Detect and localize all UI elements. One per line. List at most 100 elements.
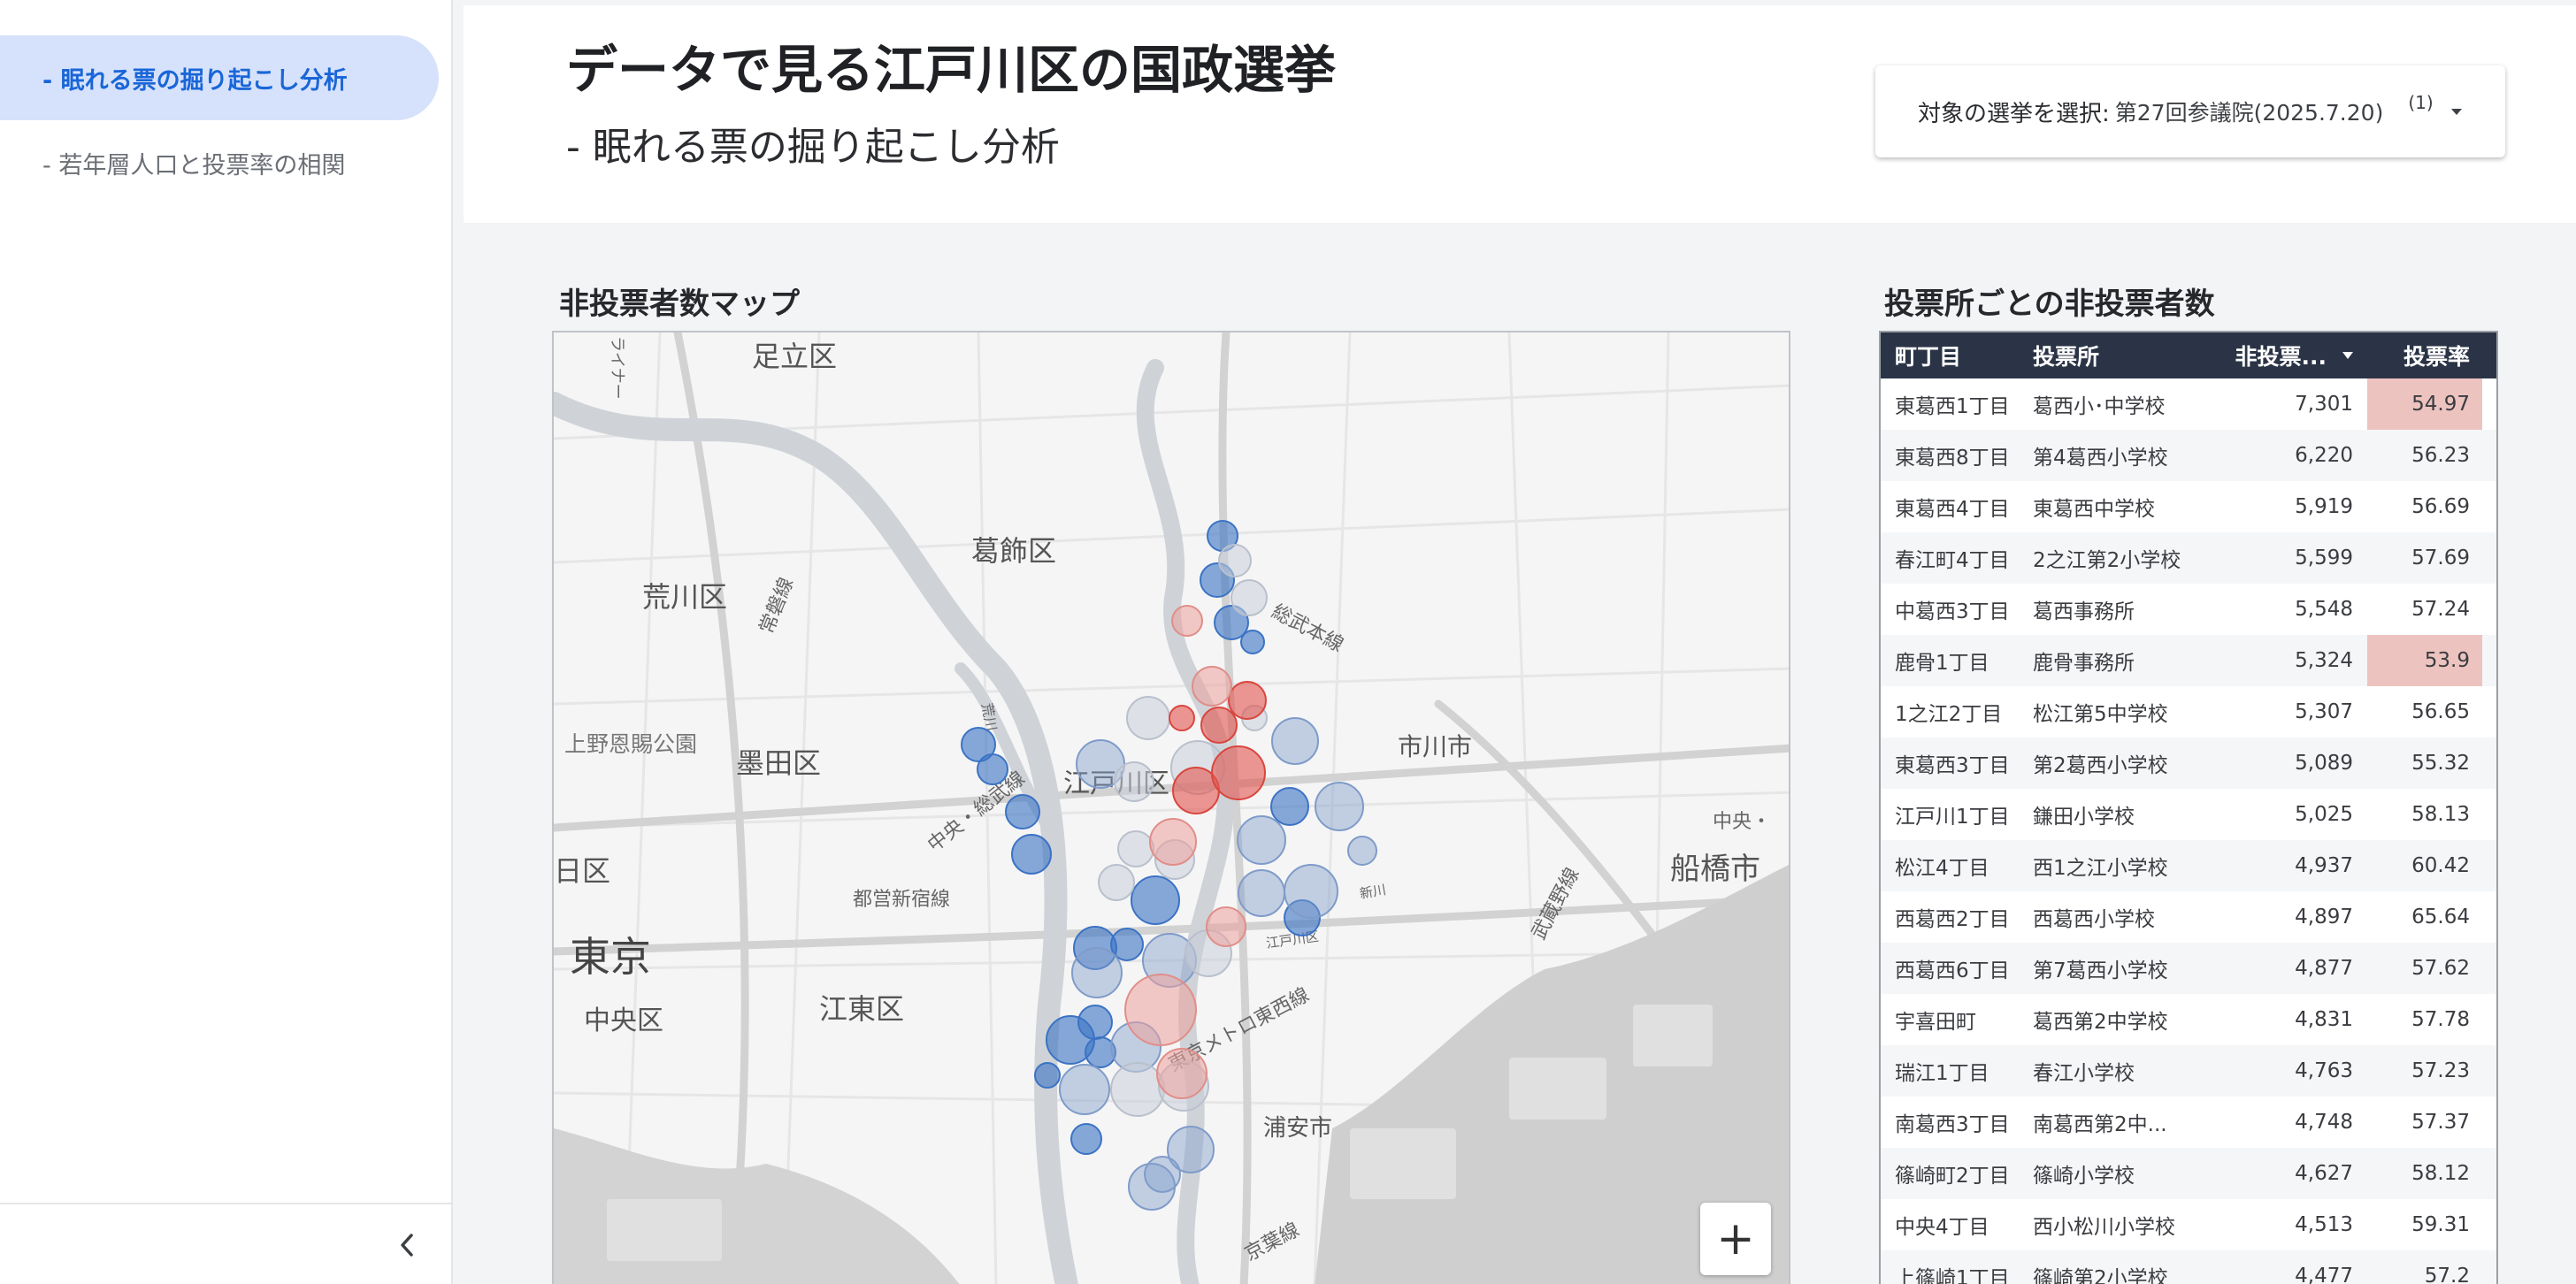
cell-area: 松江4丁目 [1895, 857, 1990, 880]
cell-station: 西葛西小学校 [2033, 908, 2155, 931]
map-label: 船橋市 [1670, 852, 1760, 887]
map-canvas[interactable]: 足立区 葛飾区 荒川区 墨田区 江戸川区 市川市 船橋市 東京 中央区 江東区 … [554, 332, 1790, 1284]
polling-station-bubble[interactable] [1240, 630, 1265, 654]
table-row[interactable]: 中央4丁目 西小松川小学校 4,513 59.31 [1881, 1199, 2496, 1250]
polling-station-bubble[interactable] [1284, 864, 1338, 919]
polling-station-bubble[interactable] [1218, 544, 1252, 577]
cell-nonvoters: 4,937 [2295, 854, 2353, 877]
sidebar-item-youth-correlation[interactable]: - 若年層人口と投票率の相関 [0, 120, 345, 205]
polling-station-bubble[interactable] [1117, 830, 1154, 867]
polling-station-bubble[interactable] [1011, 834, 1052, 875]
election-select-label: 対象の選挙を選択: [1918, 100, 2110, 127]
polling-station-bubble[interactable] [1126, 696, 1170, 740]
cell-turnout: 58.12 [2411, 1162, 2470, 1185]
table-row[interactable]: 東葛西4丁目 東葛西中学校 5,919 56.69 [1881, 481, 2496, 532]
column-header-nonvoters[interactable]: 非投票... [2201, 332, 2367, 378]
cell-station: 葛西事務所 [2033, 600, 2135, 623]
polling-station-bubble[interactable] [1192, 666, 1232, 707]
cell-turnout: 57.23 [2411, 1059, 2470, 1082]
table-row[interactable]: 瑞江1丁目 春江小学校 4,763 57.23 [1881, 1045, 2496, 1097]
polling-station-bubble[interactable] [1169, 705, 1195, 731]
plus-icon: + [1716, 1212, 1755, 1265]
polling-station-bubble[interactable] [1059, 1064, 1110, 1115]
polling-station-bubble[interactable] [1071, 947, 1123, 998]
polling-station-bubble[interactable] [1270, 787, 1309, 826]
map-label: 墨田区 [736, 746, 821, 780]
cell-area: 鹿骨1丁目 [1895, 652, 1990, 675]
cell-area: 東葛西8丁目 [1895, 447, 2010, 470]
sort-desc-icon [2342, 352, 2353, 359]
sidebar-footer [0, 1203, 453, 1284]
polling-station-bubble[interactable] [1156, 1048, 1208, 1099]
table-row[interactable]: 中葛西3丁目 葛西事務所 5,548 57.24 [1881, 584, 2496, 635]
polling-station-bubble[interactable] [1124, 974, 1197, 1046]
chevron-left-icon [401, 1234, 413, 1257]
polling-station-bubble[interactable] [1228, 681, 1267, 720]
polling-station-bubble[interactable] [1271, 717, 1319, 765]
cell-station: 松江第5中学校 [2033, 703, 2168, 726]
map-line-label: 都営新宿線 [853, 889, 950, 911]
zoom-in-button[interactable]: + [1700, 1203, 1771, 1275]
table-row[interactable]: 西葛西6丁目 第7葛西小学校 4,877 57.62 [1881, 943, 2496, 994]
cell-area: 篠崎町2丁目 [1895, 1165, 2010, 1188]
polling-station-bubble[interactable] [1347, 836, 1377, 866]
table-row[interactable]: 宇喜田町 葛西第2中学校 4,831 57.78 [1881, 994, 2496, 1045]
map-label: 東京 [570, 933, 651, 981]
polling-station-bubble[interactable] [977, 753, 1008, 785]
cell-area: 東葛西1丁目 [1895, 395, 2010, 418]
table-row[interactable]: 東葛西8丁目 第4葛西小学校 6,220 56.23 [1881, 430, 2496, 481]
polling-station-bubble[interactable] [1077, 1005, 1113, 1040]
cell-station: 篠崎第2小学校 [2033, 1267, 2168, 1284]
cell-turnout: 56.65 [2411, 700, 2470, 723]
cell-nonvoters: 5,089 [2295, 752, 2353, 775]
table-header: 町丁目 投票所 非投票... 投票率 [1881, 332, 2496, 378]
polling-station-bubble[interactable] [1131, 875, 1180, 925]
polling-station-bubble[interactable] [1238, 869, 1285, 917]
polling-station-bubble[interactable] [1005, 794, 1040, 829]
cell-nonvoters: 4,831 [2295, 1008, 2353, 1031]
polling-station-bubble[interactable] [1144, 1156, 1181, 1193]
map-line-label: ライナー [608, 336, 626, 400]
table-row[interactable]: 東葛西1丁目 葛西小･中学校 7,301 54.97 [1881, 378, 2496, 430]
page-title: データで見る江戸川区の国政選挙 [566, 40, 1337, 100]
table-row[interactable]: 鹿骨1丁目 鹿骨事務所 5,324 53.9 [1881, 635, 2496, 686]
polling-station-bubble[interactable] [1070, 1123, 1102, 1155]
table-row[interactable]: 1之江2丁目 松江第5中学校 5,307 56.65 [1881, 686, 2496, 738]
table-row[interactable]: 松江4丁目 西1之江小学校 4,937 60.42 [1881, 840, 2496, 891]
polling-station-bubble[interactable] [1034, 1062, 1061, 1089]
cell-turnout: 55.32 [2411, 752, 2470, 775]
polling-station-bubble[interactable] [1230, 579, 1268, 616]
election-select[interactable]: 対象の選挙を選択: 第27回参議院(2025.7.20) (1) [1875, 65, 2505, 157]
cell-nonvoters: 4,877 [2295, 957, 2353, 980]
page-header: データで見る江戸川区の国政選挙 - 眠れる票の掘り起こし分析 対象の選挙を選択:… [464, 5, 2576, 223]
polling-station-bubble[interactable] [1114, 761, 1154, 802]
sidebar-collapse-button[interactable] [389, 1226, 425, 1265]
table-row[interactable]: 春江町4丁目 2之江第2小学校 5,599 57.69 [1881, 532, 2496, 584]
polling-station-bubble[interactable] [1110, 1062, 1165, 1117]
cell-turnout: 57.24 [2411, 598, 2470, 621]
column-header-area[interactable]: 町丁目 [1881, 332, 2033, 378]
sidebar-item-dormant-votes[interactable]: - 眠れる票の掘り起こし分析 [0, 35, 439, 120]
map-label: 浦安市 [1263, 1115, 1332, 1142]
table-row[interactable]: 江戸川1丁目 鎌田小学校 5,025 58.13 [1881, 789, 2496, 840]
table-row[interactable]: 南葛西3丁目 南葛西第2中... 4,748 57.37 [1881, 1097, 2496, 1148]
polling-station-bubble[interactable] [1211, 745, 1266, 800]
column-header-turnout[interactable]: 投票率 [2367, 332, 2482, 378]
table-row[interactable]: 篠崎町2丁目 篠崎小学校 4,627 58.12 [1881, 1148, 2496, 1199]
cell-turnout: 57.37 [2411, 1111, 2470, 1134]
cell-nonvoters: 4,627 [2295, 1162, 2353, 1185]
polling-station-bubble[interactable] [1171, 605, 1203, 637]
column-header-station[interactable]: 投票所 [2033, 332, 2201, 378]
table-row[interactable]: 東葛西3丁目 第2葛西小学校 5,089 55.32 [1881, 738, 2496, 789]
nonvoter-map[interactable]: 足立区 葛飾区 荒川区 墨田区 江戸川区 市川市 船橋市 東京 中央区 江東区 … [552, 331, 1790, 1284]
polling-station-bubble[interactable] [1098, 864, 1135, 901]
polling-station-bubble[interactable] [1149, 818, 1197, 866]
polling-station-bubble[interactable] [1315, 782, 1364, 831]
table-row[interactable]: 西葛西2丁目 西葛西小学校 4,897 65.64 [1881, 891, 2496, 943]
cell-turnout: 57.62 [2411, 957, 2470, 980]
polling-station-bubble[interactable] [1237, 815, 1286, 865]
table-row[interactable]: 上篠崎1丁目 篠崎第2小学校 4,477 57.2 [1881, 1250, 2496, 1284]
polling-station-bubble[interactable] [1200, 707, 1238, 744]
polling-station-bubble[interactable] [1206, 906, 1246, 947]
map-label: 上野恩賜公園 [564, 731, 697, 757]
